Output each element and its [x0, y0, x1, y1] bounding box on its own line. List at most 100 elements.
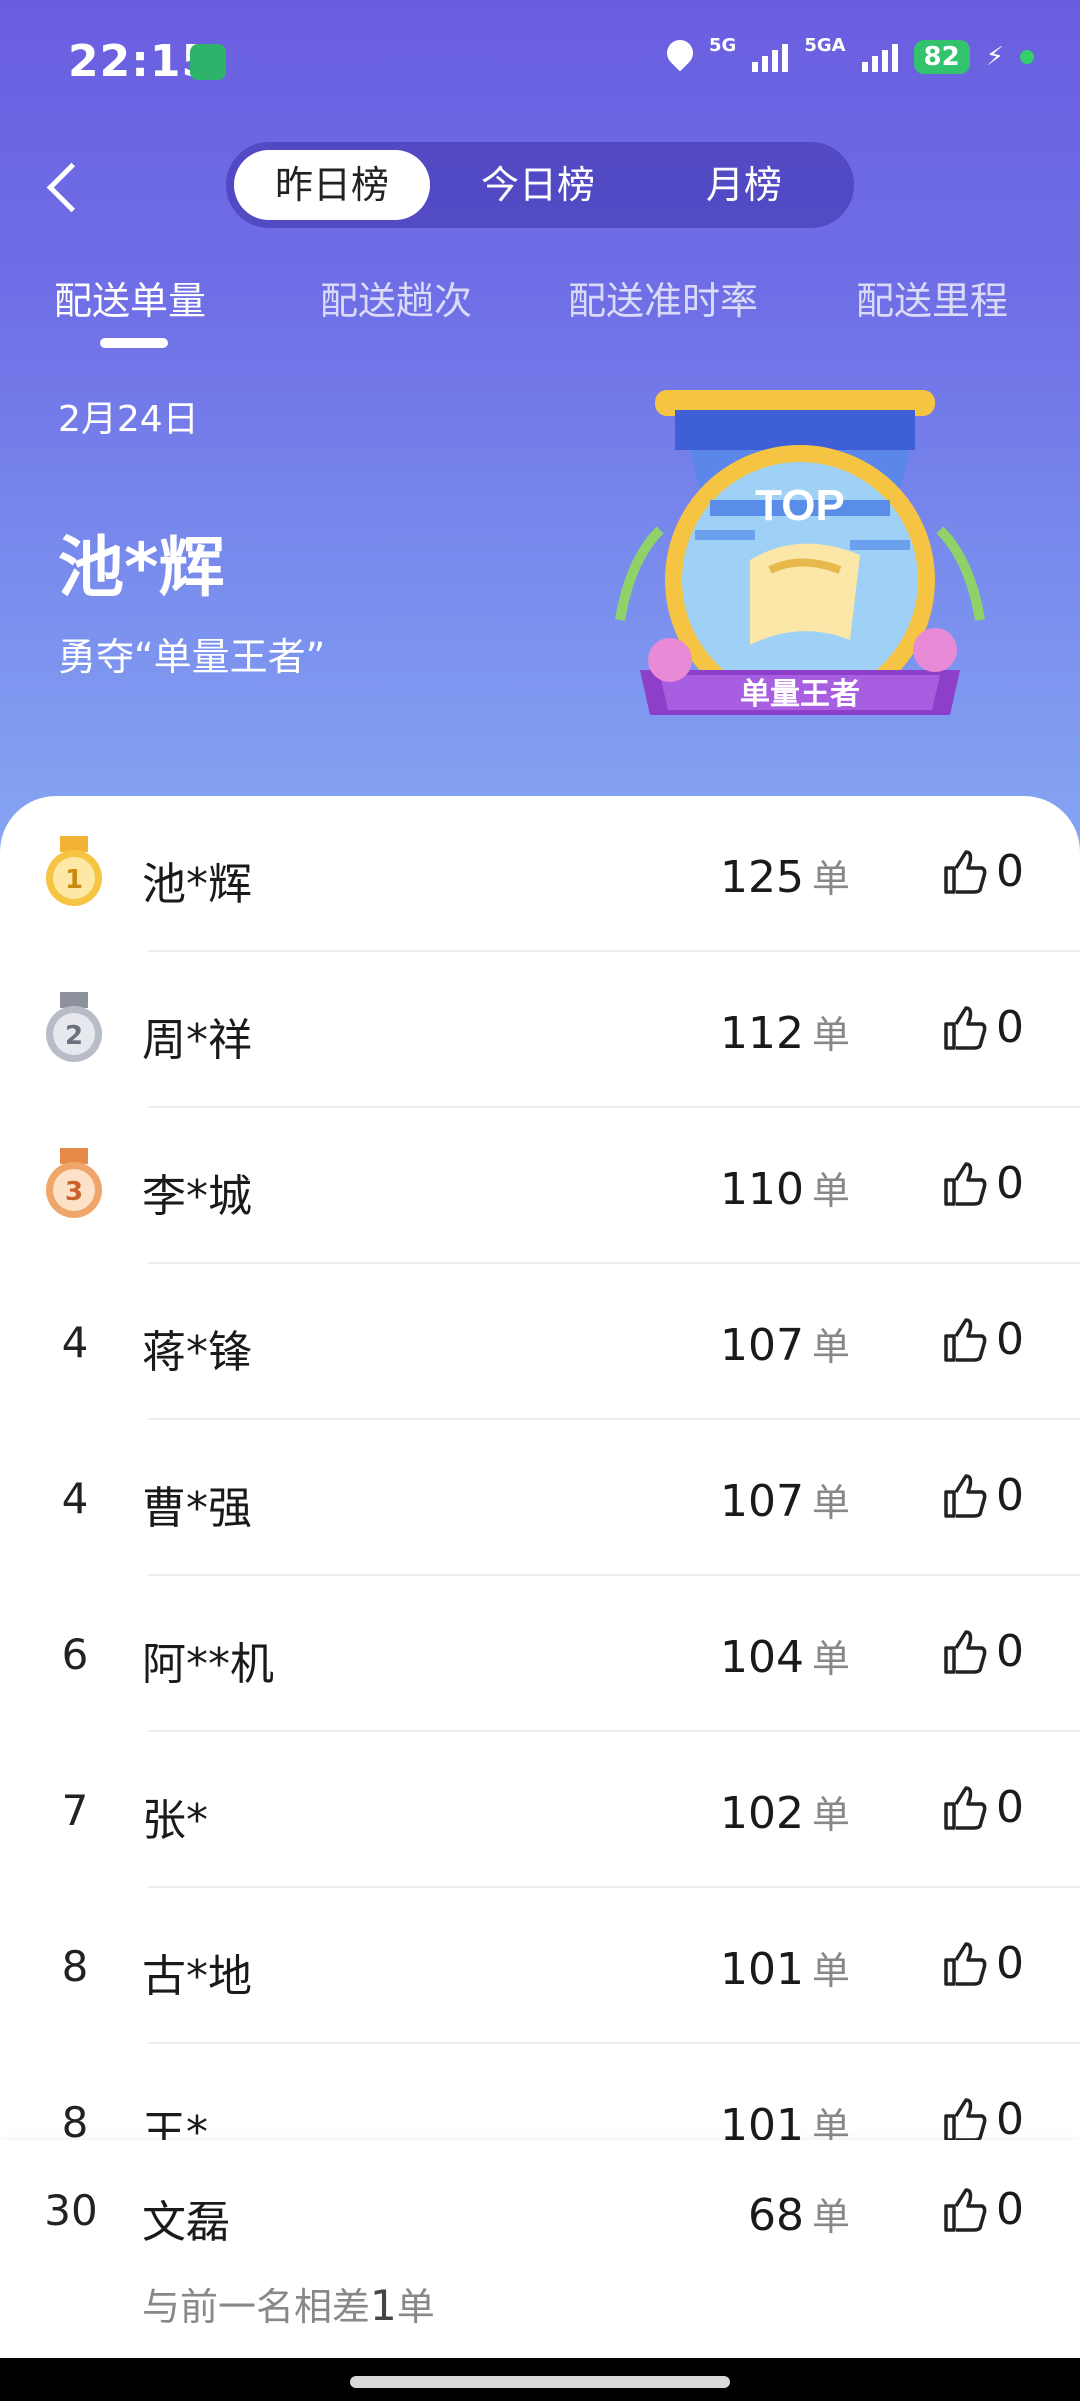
back-button[interactable]	[36, 150, 96, 220]
thumbs-up-icon[interactable]	[942, 2096, 988, 2144]
tab-today[interactable]: 今日榜	[440, 150, 636, 220]
like-count: 0	[996, 1470, 1024, 1521]
order-count: 107 单	[720, 1316, 850, 1371]
badge-ribbon-text: 单量王者	[740, 677, 860, 712]
status-icons: 5G 5GA 82 ⚡	[667, 35, 1034, 74]
privacy-dot-icon	[1020, 50, 1034, 64]
order-count-value: 102	[720, 1788, 804, 1839]
like-count: 0	[996, 1314, 1024, 1365]
order-count-value: 104	[720, 1632, 804, 1683]
my-rank-bar[interactable]: 30 文磊 68 单 0 与前一名相差1单	[0, 2140, 1080, 2360]
list-item[interactable]: 1 池*辉 125 单 0	[0, 796, 1080, 952]
active-tab-indicator	[100, 338, 168, 348]
rider-name: 李*城	[142, 1171, 252, 1222]
gap-prefix: 与前一名相差	[142, 2285, 371, 2329]
my-like-count: 0	[996, 2184, 1024, 2235]
order-unit: 单	[811, 1637, 850, 1681]
tab-delivery-trips[interactable]: 配送趟次	[320, 270, 472, 325]
status-bar: 22:15 5G 5GA 82 ⚡	[0, 0, 1080, 120]
thumbs-up-icon[interactable]	[942, 1160, 988, 1208]
rider-name: 曹*强	[142, 1483, 252, 1534]
my-name: 文磊	[142, 2197, 230, 2248]
like-count: 0	[996, 1782, 1024, 1833]
thumbs-up-icon[interactable]	[942, 1004, 988, 1052]
badge-top-text: TOP	[755, 481, 845, 530]
my-rank-number: 30	[44, 2186, 98, 2235]
order-unit: 单	[811, 2195, 850, 2239]
thumbs-up-icon[interactable]	[942, 1628, 988, 1676]
thumbs-up-icon[interactable]	[942, 1316, 988, 1364]
battery-indicator: 82	[913, 40, 970, 74]
list-item[interactable]: 4 蒋*锋 107 单 0	[0, 1264, 1080, 1420]
gap-suffix: 单	[396, 2285, 435, 2329]
order-unit: 单	[811, 1169, 850, 1213]
silver-medal-icon: 2	[46, 992, 102, 1062]
medal-rank-2: 2	[65, 1021, 83, 1051]
list-item[interactable]: 6 阿**机 104 单 0	[0, 1576, 1080, 1732]
tab-delivery-mileage[interactable]: 配送里程	[856, 270, 1008, 325]
like-count: 0	[996, 2094, 1024, 2145]
like-count: 0	[996, 1626, 1024, 1677]
network-5ga-label: 5GA	[804, 34, 846, 56]
top-trophy-badge-icon: TOP 单量王者	[615, 390, 985, 715]
order-count-value: 110	[720, 1164, 804, 1215]
rank-number: 4	[61, 1474, 89, 1523]
order-unit: 单	[811, 857, 850, 901]
order-count-value: 112	[720, 1008, 804, 1059]
gold-medal-icon: 1	[46, 836, 102, 906]
network-5g-label: 5G	[709, 34, 737, 56]
order-count: 107 单	[720, 1472, 850, 1527]
location-icon	[667, 40, 693, 74]
rider-name: 蒋*锋	[142, 1327, 252, 1378]
rider-name: 池*辉	[142, 859, 252, 910]
thumbs-up-icon[interactable]	[942, 1940, 988, 1988]
rank-number: 4	[61, 1318, 89, 1367]
order-unit: 单	[811, 1013, 850, 1057]
like-count: 0	[996, 1002, 1024, 1053]
tab-delivery-count[interactable]: 配送单量	[54, 270, 206, 325]
like-count: 0	[996, 1938, 1024, 1989]
order-unit: 单	[811, 1481, 850, 1525]
tab-yesterday[interactable]: 昨日榜	[234, 150, 430, 220]
charging-icon: ⚡	[985, 42, 1004, 72]
medal-rank-3: 3	[65, 1177, 83, 1207]
list-item[interactable]: 3 李*城 110 单 0	[0, 1108, 1080, 1264]
signal-icon	[752, 42, 789, 72]
period-tab-group: 昨日榜 今日榜 月榜	[226, 142, 854, 228]
rank-number: 8	[61, 1942, 89, 1991]
ranking-list: 1 池*辉 125 单 0 2 周*祥 112 单 0 3 李*城 110 单 0 4…	[0, 796, 1080, 2158]
order-count-value: 101	[720, 1944, 804, 1995]
rank-number: 6	[61, 1630, 89, 1679]
thumbs-up-icon[interactable]	[942, 1472, 988, 1520]
gap-value: 1	[370, 2281, 397, 2330]
metric-tabs: 配送单量 配送趟次 配送准时率 配送里程	[0, 270, 1080, 360]
list-item[interactable]: 2 周*祥 112 单 0	[0, 952, 1080, 1108]
thumbs-up-icon[interactable]	[942, 1784, 988, 1832]
rider-name: 周*祥	[142, 1015, 252, 1066]
order-count-value: 107	[720, 1476, 804, 1527]
system-nav-bar	[0, 2358, 1080, 2401]
list-item[interactable]: 8 古*地 101 单 0	[0, 1888, 1080, 2044]
thumbs-up-icon[interactable]	[942, 2186, 988, 2234]
tab-month[interactable]: 月榜	[646, 150, 842, 220]
signal-icon-2	[861, 42, 898, 72]
tab-ontime-rate[interactable]: 配送准时率	[568, 270, 758, 325]
rider-name: 张*	[142, 1795, 208, 1846]
order-count: 104 单	[720, 1628, 850, 1683]
bronze-medal-icon: 3	[46, 1148, 102, 1218]
thumbs-up-icon[interactable]	[942, 848, 988, 896]
home-gesture-handle[interactable]	[350, 2376, 730, 2388]
list-item[interactable]: 7 张* 102 单 0	[0, 1732, 1080, 1888]
rider-name: 阿**机	[142, 1639, 274, 1690]
order-count-value: 107	[720, 1320, 804, 1371]
order-unit: 单	[811, 1325, 850, 1369]
order-count-value: 125	[720, 852, 804, 903]
order-count: 110 单	[720, 1160, 850, 1215]
list-item[interactable]: 4 曹*强 107 单 0	[0, 1420, 1080, 1576]
like-count: 0	[996, 846, 1024, 897]
winner-title: 勇夺“单量王者”	[58, 635, 326, 679]
medal-rank-1: 1	[65, 865, 83, 895]
rank-date: 2月24日	[58, 399, 199, 440]
gap-to-previous: 与前一名相差1单	[142, 2276, 435, 2331]
app-notification-icon	[190, 44, 226, 80]
